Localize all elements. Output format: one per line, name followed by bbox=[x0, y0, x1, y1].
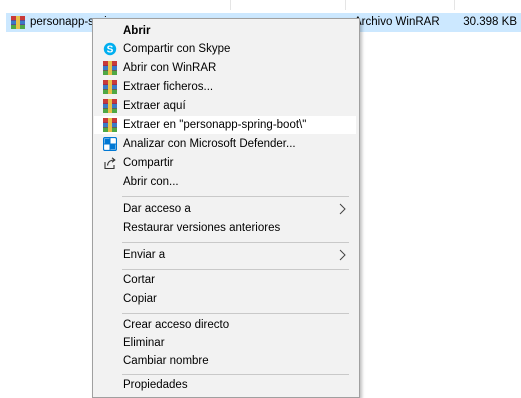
menu-separator bbox=[122, 269, 349, 270]
menu-item-extraer-aqui[interactable]: Extraer aquí bbox=[94, 97, 356, 115]
defender-icon bbox=[103, 137, 117, 151]
menu-separator bbox=[122, 374, 349, 375]
menu-item-label: Cortar bbox=[123, 274, 155, 286]
context-menu: Abrir S Compartir con Skype Abrir con Wi… bbox=[92, 18, 360, 398]
menu-item-label: Extraer en "personapp-spring-boot\" bbox=[123, 119, 307, 131]
menu-item-label: Abrir bbox=[123, 25, 151, 37]
menu-item-label: Crear acceso directo bbox=[123, 319, 230, 331]
menu-separator bbox=[122, 242, 349, 243]
menu-item-label: Abrir con WinRAR bbox=[123, 62, 217, 74]
menu-item-label: Cambiar nombre bbox=[123, 355, 209, 367]
skype-icon: S bbox=[103, 42, 117, 56]
menu-item-label: Enviar a bbox=[123, 249, 166, 261]
menu-separator bbox=[122, 313, 349, 314]
menu-item-label: Copiar bbox=[123, 293, 157, 305]
menu-item-abrir-con[interactable]: Abrir con... bbox=[94, 173, 356, 191]
winrar-icon bbox=[103, 118, 117, 132]
share-icon bbox=[104, 157, 116, 170]
menu-item-label: Restaurar versiones anteriores bbox=[123, 222, 281, 234]
menu-item-propiedades[interactable]: Propiedades bbox=[94, 376, 356, 394]
menu-item-label: Abrir con... bbox=[123, 176, 179, 188]
menu-item-label: Analizar con Microsoft Defender... bbox=[123, 138, 296, 150]
winrar-icon bbox=[103, 61, 117, 75]
column-divider bbox=[345, 0, 346, 10]
winrar-icon bbox=[103, 99, 117, 113]
column-divider bbox=[230, 0, 231, 10]
menu-item-label: Extraer ficheros... bbox=[123, 81, 214, 93]
menu-item-extraer-ficheros[interactable]: Extraer ficheros... bbox=[94, 78, 356, 96]
chevron-right-icon bbox=[339, 249, 346, 261]
menu-item-label: Compartir con Skype bbox=[123, 43, 231, 55]
menu-item-label: Compartir bbox=[123, 157, 174, 169]
winrar-archive-icon bbox=[11, 16, 25, 29]
winrar-icon bbox=[103, 80, 117, 94]
file-size: 30.398 KB bbox=[463, 16, 517, 28]
menu-item-label: Extraer aquí bbox=[123, 100, 186, 112]
menu-item-crear-acceso-directo[interactable]: Crear acceso directo bbox=[94, 316, 356, 334]
file-type: Archivo WinRAR bbox=[354, 16, 440, 28]
menu-item-restaurar-versiones[interactable]: Restaurar versiones anteriores bbox=[94, 219, 356, 237]
menu-separator bbox=[122, 196, 349, 197]
menu-item-enviar-a[interactable]: Enviar a bbox=[94, 246, 356, 264]
menu-item-label: Propiedades bbox=[123, 379, 188, 391]
menu-item-analizar-defender[interactable]: Analizar con Microsoft Defender... bbox=[94, 135, 356, 153]
menu-item-eliminar[interactable]: Eliminar bbox=[94, 334, 356, 352]
menu-item-label: Dar acceso a bbox=[123, 203, 191, 215]
chevron-right-icon bbox=[339, 203, 346, 215]
menu-item-cambiar-nombre[interactable]: Cambiar nombre bbox=[94, 352, 356, 370]
column-divider bbox=[454, 0, 455, 10]
menu-item-dar-acceso[interactable]: Dar acceso a bbox=[94, 200, 356, 218]
svg-text:S: S bbox=[107, 45, 114, 56]
menu-item-cortar[interactable]: Cortar bbox=[94, 271, 356, 289]
menu-item-abrir-winrar[interactable]: Abrir con WinRAR bbox=[94, 59, 356, 77]
menu-item-compartir[interactable]: Compartir bbox=[94, 154, 356, 172]
menu-item-abrir[interactable]: Abrir bbox=[94, 22, 356, 40]
menu-item-compartir-skype[interactable]: S Compartir con Skype bbox=[94, 40, 356, 58]
menu-item-extraer-en[interactable]: Extraer en "personapp-spring-boot\" bbox=[94, 116, 356, 134]
menu-item-label: Eliminar bbox=[123, 337, 165, 349]
menu-item-copiar[interactable]: Copiar bbox=[94, 290, 356, 308]
